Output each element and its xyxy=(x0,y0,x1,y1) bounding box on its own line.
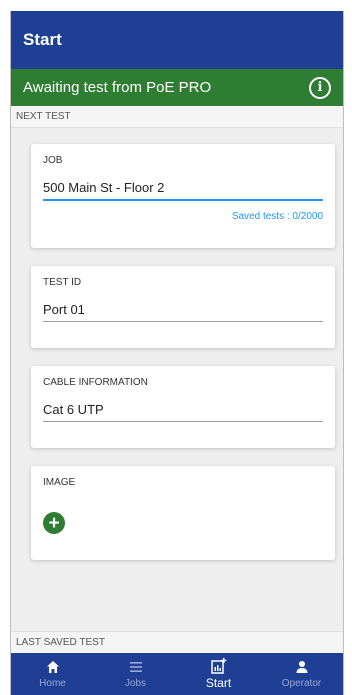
chart-add-icon xyxy=(210,658,227,676)
test-id-input[interactable]: Port 01 xyxy=(43,302,323,322)
nav-start[interactable]: Start xyxy=(177,653,260,695)
next-test-form: JOB 500 Main St - Floor 2 Saved tests : … xyxy=(11,128,343,560)
app-bar: Start xyxy=(11,11,343,69)
job-input[interactable]: 500 Main St - Floor 2 xyxy=(43,180,323,201)
bottom-navigation: Home Jobs Start Operator xyxy=(11,653,343,695)
info-icon[interactable]: i xyxy=(309,76,331,99)
cable-info-label: CABLE INFORMATION xyxy=(43,377,148,388)
status-banner: Awaiting test from PoE PRO i xyxy=(11,69,343,106)
nav-operator-label: Operator xyxy=(281,677,322,689)
cable-info-input[interactable]: Cat 6 UTP xyxy=(43,402,323,422)
cable-info-card: CABLE INFORMATION Cat 6 UTP xyxy=(31,366,335,448)
nav-home-label: Home xyxy=(39,677,66,689)
nav-start-label: Start xyxy=(205,676,232,690)
add-image-button[interactable]: + xyxy=(43,512,65,534)
job-label: JOB xyxy=(43,155,63,166)
image-label: IMAGE xyxy=(43,477,76,488)
saved-tests-count: Saved tests : 0/2000 xyxy=(231,211,323,222)
nav-home[interactable]: Home xyxy=(11,653,94,695)
list-icon xyxy=(129,660,143,678)
job-card: JOB 500 Main St - Floor 2 Saved tests : … xyxy=(31,144,335,248)
nav-operator[interactable]: Operator xyxy=(260,653,343,695)
test-id-label: TEST ID xyxy=(43,277,82,288)
person-icon xyxy=(295,660,309,678)
image-card: IMAGE + xyxy=(31,466,335,560)
page-title: Start xyxy=(23,30,62,49)
home-icon xyxy=(46,660,60,678)
last-saved-test-header[interactable]: LAST SAVED TEST xyxy=(11,631,343,653)
test-id-card: TEST ID Port 01 xyxy=(31,266,335,348)
plus-icon: + xyxy=(48,512,60,534)
status-message: Awaiting test from PoE PRO xyxy=(23,79,212,96)
nav-jobs[interactable]: Jobs xyxy=(94,653,177,695)
nav-jobs-label: Jobs xyxy=(124,677,147,689)
next-test-header: NEXT TEST xyxy=(11,106,343,128)
app-screen: Start Awaiting test from PoE PRO i NEXT … xyxy=(10,11,344,695)
